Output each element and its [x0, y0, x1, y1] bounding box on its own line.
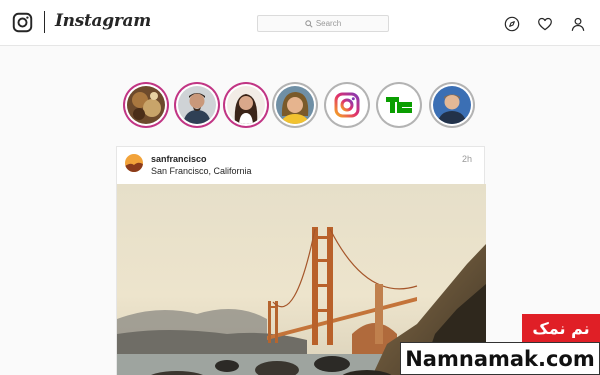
story-avatar-instagram[interactable] [324, 82, 370, 128]
story-photo-man [178, 86, 216, 124]
story-photo-food [127, 86, 165, 124]
story-avatar-4[interactable] [272, 82, 318, 128]
story-avatar-2[interactable] [174, 82, 220, 128]
feed-post: sanfrancisco San Francisco, California 2… [116, 146, 486, 375]
search-input[interactable]: Search [257, 15, 389, 32]
story-photo-woman [227, 86, 265, 124]
brand-wordmark[interactable]: Instagram [55, 11, 151, 31]
search-icon [305, 19, 313, 28]
heart-icon[interactable] [537, 16, 553, 32]
instagram-camera-icon[interactable] [12, 12, 33, 33]
watermark-site-label: Namnamak.com [400, 342, 600, 375]
story-avatar-7[interactable] [429, 82, 475, 128]
post-location[interactable]: San Francisco, California [151, 166, 252, 176]
top-navigation-bar: Instagram Search [0, 0, 600, 46]
story-photo-man-blue [433, 86, 471, 124]
story-avatar-techcrunch[interactable] [376, 82, 422, 128]
post-timestamp: 2h [461, 154, 472, 164]
search-placeholder: Search [315, 19, 342, 28]
story-avatar-3[interactable] [223, 82, 269, 128]
compass-icon[interactable] [504, 16, 520, 32]
post-author-avatar[interactable] [125, 154, 143, 172]
logo-divider [44, 11, 45, 33]
story-photo-woman-yellow [276, 86, 314, 124]
watermark-persian-label: نم نمک [522, 314, 600, 342]
person-icon[interactable] [570, 16, 586, 32]
techcrunch-logo-icon [380, 86, 418, 124]
story-avatar-1[interactable] [123, 82, 169, 128]
instagram-logo-icon [328, 86, 366, 124]
post-username[interactable]: sanfrancisco [151, 154, 207, 164]
